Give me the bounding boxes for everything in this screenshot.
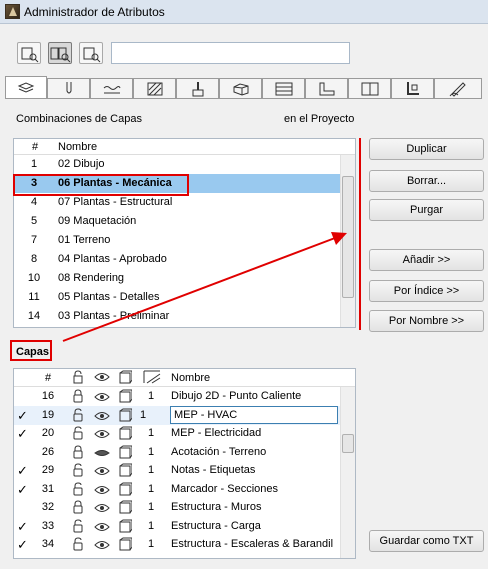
annotation-arrow	[62, 232, 347, 342]
